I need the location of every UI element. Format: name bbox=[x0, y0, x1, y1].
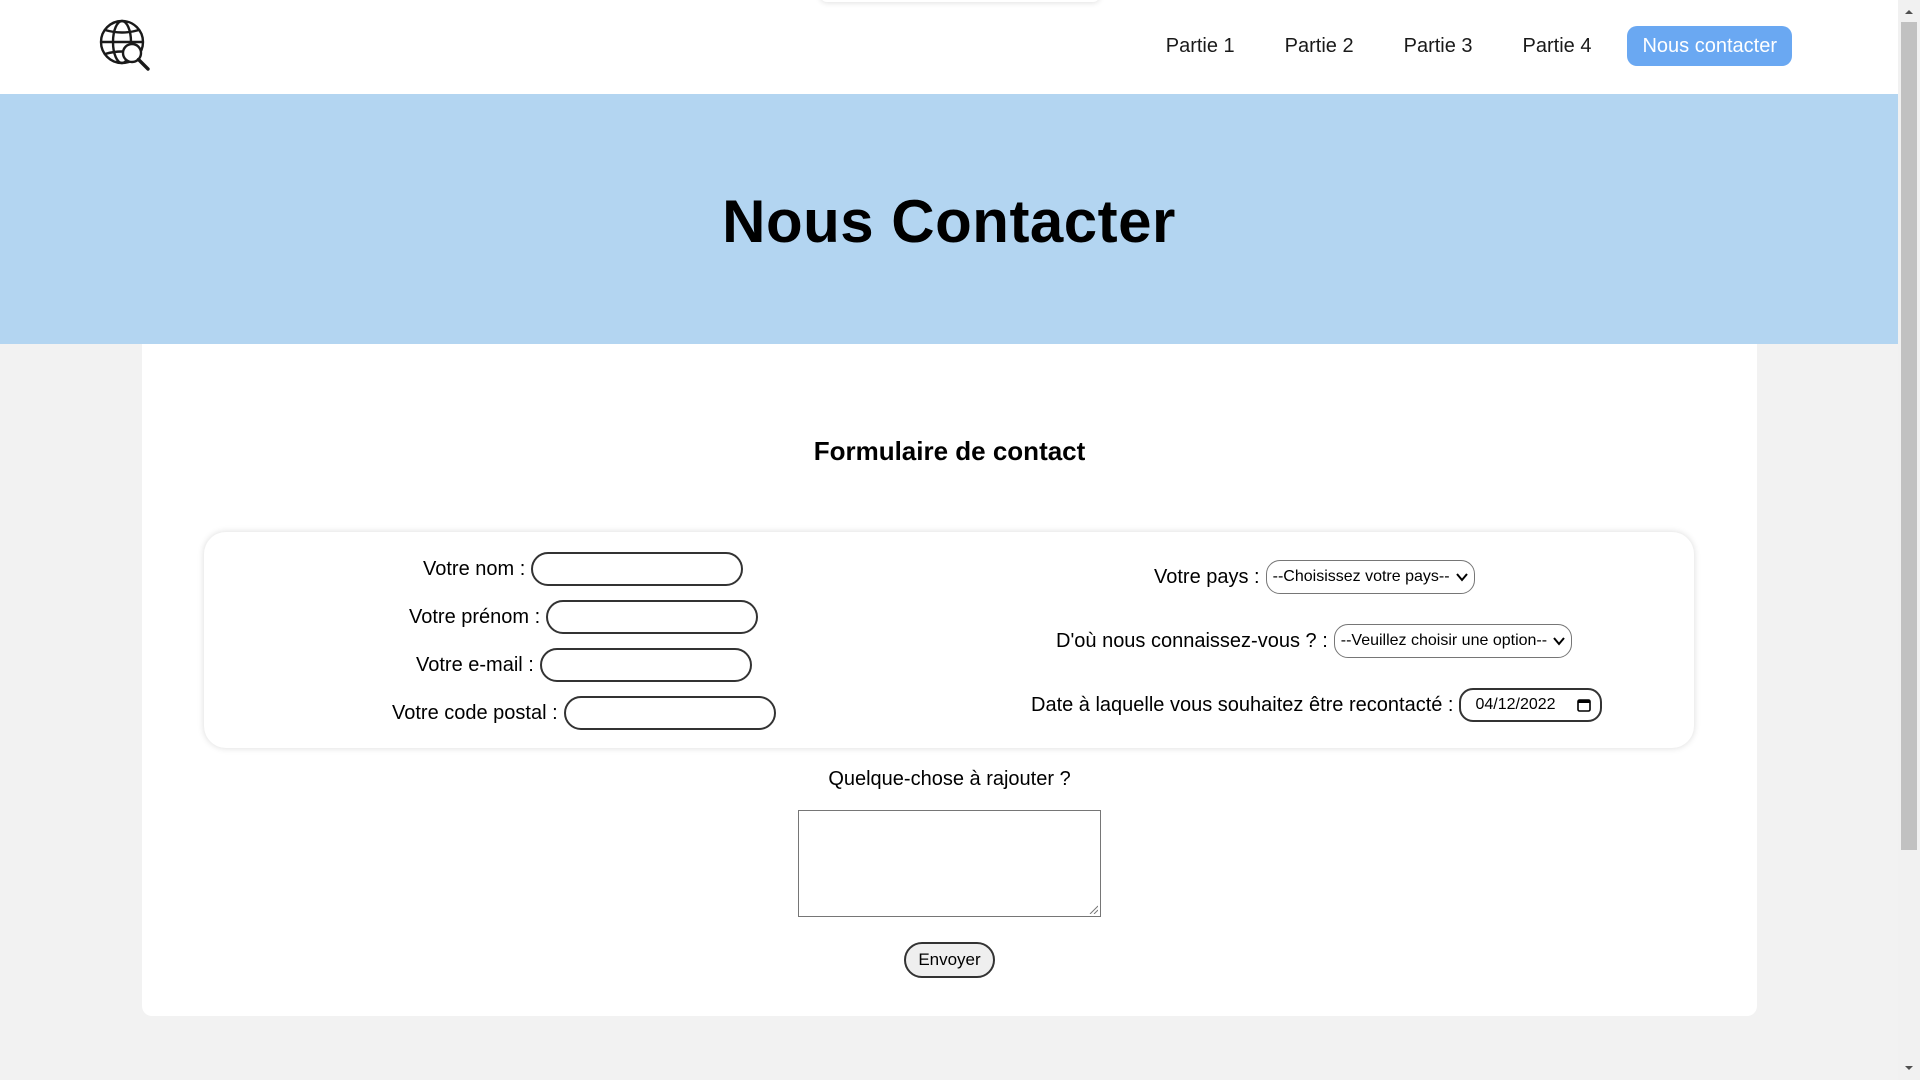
comment-textarea[interactable] bbox=[798, 810, 1101, 917]
country-select[interactable]: --Choisissez votre pays-- bbox=[1265, 560, 1475, 594]
date-value: 04/12/2022 bbox=[1475, 696, 1556, 713]
date-row: Date à laquelle vous souhaitez être reco… bbox=[1031, 688, 1603, 722]
calendar-icon[interactable] bbox=[1576, 697, 1592, 713]
submit-button[interactable]: Envoyer bbox=[904, 942, 995, 978]
nav-partie-2[interactable]: Partie 2 bbox=[1260, 26, 1379, 66]
chevron-down-icon bbox=[1455, 573, 1468, 582]
name-row: Votre nom : bbox=[423, 552, 744, 586]
source-select[interactable]: --Veuillez choisir une option-- bbox=[1333, 624, 1573, 658]
country-select-value: --Choisissez votre pays-- bbox=[1272, 568, 1450, 585]
nav-partie-1[interactable]: Partie 1 bbox=[1141, 26, 1260, 66]
source-select-value: --Veuillez choisir une option-- bbox=[1340, 632, 1548, 649]
firstname-row: Votre prénom : bbox=[409, 600, 759, 634]
contact-card: Formulaire de contact Votre nom : Votre … bbox=[142, 344, 1757, 1016]
name-label: Votre nom : bbox=[423, 557, 526, 580]
nav-partie-4[interactable]: Partie 4 bbox=[1498, 26, 1617, 66]
email-input[interactable] bbox=[539, 648, 752, 682]
hero-banner: Nous Contacter bbox=[0, 94, 1898, 344]
scroll-up-icon[interactable] bbox=[1903, 6, 1915, 18]
country-row: Votre pays : --Choisissez votre pays-- bbox=[1154, 560, 1475, 594]
source-label: D'où nous connaissez-vous ? : bbox=[1056, 629, 1328, 652]
postal-label: Votre code postal : bbox=[392, 701, 558, 724]
form-fields-panel: Votre nom : Votre prénom : Votre e-mail … bbox=[204, 532, 1694, 748]
email-label: Votre e-mail : bbox=[416, 653, 534, 676]
date-input[interactable]: 04/12/2022 bbox=[1459, 688, 1603, 722]
country-label: Votre pays : bbox=[1154, 565, 1260, 588]
header: Partie 1 Partie 2 Partie 3 Partie 4 Nous… bbox=[0, 0, 1898, 94]
top-tab-shadow bbox=[820, 0, 1100, 2]
extra-label: Quelque-chose à rajouter ? bbox=[828, 768, 1071, 790]
firstname-label: Votre prénom : bbox=[409, 605, 541, 628]
nav-contact-button[interactable]: Nous contacter bbox=[1627, 26, 1792, 66]
globe-search-icon[interactable] bbox=[98, 18, 154, 72]
date-label: Date à laquelle vous souhaitez être reco… bbox=[1031, 693, 1454, 716]
scroll-down-icon[interactable] bbox=[1903, 1062, 1915, 1074]
source-row: D'où nous connaissez-vous ? : --Veuillez… bbox=[1056, 624, 1573, 658]
page-title: Nous Contacter bbox=[722, 188, 1176, 255]
scroll-thumb[interactable] bbox=[1901, 22, 1917, 850]
resize-grip-icon[interactable] bbox=[1088, 904, 1098, 914]
email-row: Votre e-mail : bbox=[416, 648, 752, 682]
firstname-input[interactable] bbox=[546, 600, 759, 634]
chevron-down-icon bbox=[1553, 637, 1565, 646]
postal-row: Votre code postal : bbox=[392, 696, 776, 730]
nav-partie-3[interactable]: Partie 3 bbox=[1379, 26, 1498, 66]
name-input[interactable] bbox=[531, 552, 744, 586]
vertical-scrollbar[interactable] bbox=[1898, 0, 1920, 1080]
postal-input[interactable] bbox=[563, 696, 776, 730]
form-title: Formulaire de contact bbox=[813, 436, 1086, 466]
main-nav: Partie 1 Partie 2 Partie 3 Partie 4 Nous… bbox=[1141, 26, 1792, 66]
